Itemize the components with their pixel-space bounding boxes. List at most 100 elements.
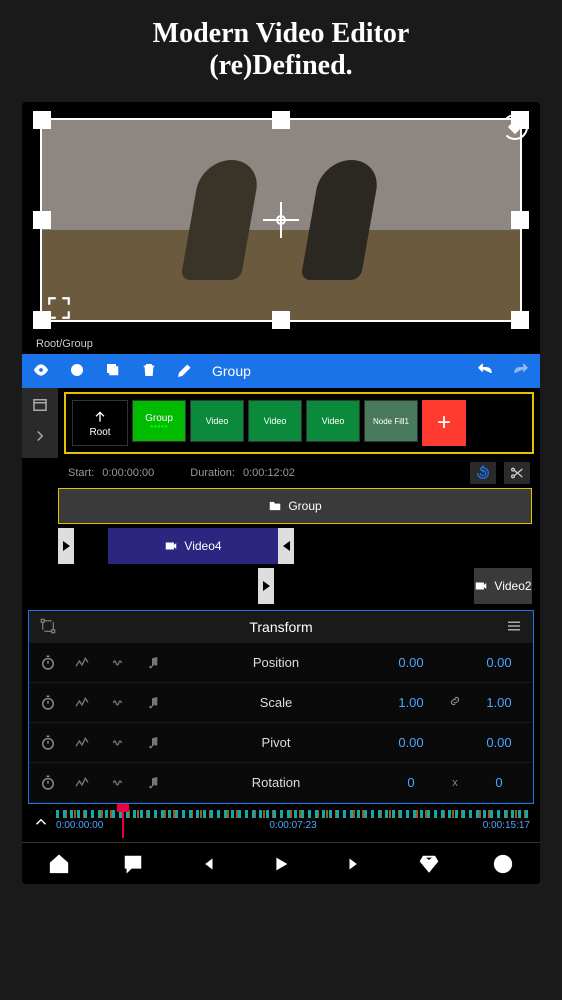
music-note-icon[interactable] [141, 775, 167, 791]
add-media-button[interactable]: + [422, 400, 466, 446]
value-separator [447, 694, 463, 711]
wave-icon[interactable] [105, 695, 131, 711]
scissors-icon[interactable] [504, 462, 530, 484]
thumb-video[interactable]: Video [190, 400, 244, 442]
copy-icon[interactable] [104, 361, 122, 382]
start-value: 0:00:00:00 [102, 467, 154, 479]
thumb-video[interactable]: Video [248, 400, 302, 442]
anchor-point-icon[interactable] [269, 208, 293, 232]
panel-icon[interactable] [31, 396, 49, 419]
playhead[interactable] [122, 810, 124, 838]
redo-icon[interactable] [512, 361, 530, 382]
undo-icon[interactable] [476, 361, 494, 382]
edit-toolbar: Group [22, 354, 540, 388]
video-content [180, 160, 261, 280]
music-note-icon[interactable] [141, 695, 167, 711]
resize-handle-b[interactable] [272, 311, 290, 329]
selection-bounds[interactable] [40, 118, 522, 322]
time-label: 0:00:07:23 [269, 820, 316, 831]
resize-handle-br[interactable] [511, 311, 529, 329]
track-row: Group [58, 488, 532, 524]
chevron-right-icon[interactable] [31, 427, 49, 450]
property-name: Pivot [177, 735, 375, 750]
graph-icon[interactable] [69, 735, 95, 751]
thumb-video[interactable]: Video [306, 400, 360, 442]
media-bin: Root Group ●●●●● Video Video Video Node … [64, 392, 534, 454]
track-expand-handle[interactable] [278, 528, 294, 564]
stopwatch-icon[interactable] [37, 772, 59, 794]
fullscreen-icon[interactable] [46, 295, 72, 326]
track-expand-handle[interactable] [58, 528, 74, 564]
menu-icon[interactable] [505, 617, 523, 638]
track-expand-handle[interactable] [258, 568, 274, 604]
property-name: Rotation [177, 775, 375, 790]
panel-title: Transform [57, 619, 505, 635]
timeline-ruler[interactable]: 0:00:00:00 0:00:07:23 0:00:15:17 [56, 810, 530, 838]
time-label: 0:00:15:17 [483, 820, 530, 831]
resize-handle-r[interactable] [511, 211, 529, 229]
resize-handle-t[interactable] [272, 111, 290, 129]
thumb-group[interactable]: Group ●●●●● [132, 400, 186, 442]
diamond-icon[interactable] [417, 852, 441, 876]
property-value-x[interactable]: 0 [385, 775, 437, 790]
chevron-up-icon[interactable] [32, 813, 50, 836]
circle-icon[interactable] [68, 361, 86, 382]
property-value-y[interactable]: 0 [473, 775, 525, 790]
keyframe-path-icon[interactable] [39, 617, 57, 638]
preview-viewport[interactable] [32, 112, 530, 328]
music-note-icon[interactable] [141, 735, 167, 751]
play-icon[interactable] [269, 852, 293, 876]
trash-icon[interactable] [140, 361, 158, 382]
bottom-nav [22, 842, 540, 884]
help-icon[interactable] [491, 852, 515, 876]
property-name: Scale [177, 695, 375, 710]
resize-handle-tl[interactable] [33, 111, 51, 129]
property-value-y[interactable]: 0.00 [473, 655, 525, 670]
wave-icon[interactable] [105, 735, 131, 751]
property-value-x[interactable]: 0.00 [385, 735, 437, 750]
wave-icon[interactable] [105, 775, 131, 791]
property-value-y[interactable]: 1.00 [473, 695, 525, 710]
rotate-handle[interactable] [502, 114, 528, 140]
root-button[interactable]: Root [72, 400, 128, 446]
graph-icon[interactable] [69, 775, 95, 791]
wave-icon[interactable] [105, 655, 131, 671]
duration-value: 0:00:12:02 [243, 467, 295, 479]
clip-video2[interactable]: Video2 [474, 568, 532, 604]
prev-frame-icon[interactable] [195, 852, 219, 876]
edit-icon[interactable] [176, 361, 194, 382]
visibility-icon[interactable] [32, 361, 50, 382]
next-frame-icon[interactable] [343, 852, 367, 876]
time-label: 0:00:00:00 [56, 820, 103, 831]
graph-icon[interactable] [69, 655, 95, 671]
stopwatch-icon[interactable] [37, 652, 59, 674]
marketing-title: Modern Video Editor (re)Defined. [0, 0, 562, 90]
property-row: Rotation 0x0 [29, 763, 533, 803]
start-label: Start: [68, 467, 94, 479]
property-row: Position 0.00 0.00 [29, 643, 533, 683]
stopwatch-icon[interactable] [37, 732, 59, 754]
property-value-x[interactable]: 1.00 [385, 695, 437, 710]
toolbar-label: Group [212, 363, 251, 379]
graph-icon[interactable] [69, 695, 95, 711]
app-frame: Root/Group Group Root Group ●●●●● Video [22, 102, 540, 884]
duration-label: Duration: [190, 467, 235, 479]
property-row: Scale 1.00 1.00 [29, 683, 533, 723]
property-value-y[interactable]: 0.00 [473, 735, 525, 750]
stopwatch-icon[interactable] [37, 692, 59, 714]
track-row: Video4 [58, 528, 532, 564]
clip-group[interactable]: Group [58, 488, 532, 524]
reset-icon[interactable] [470, 462, 496, 484]
clip-video4[interactable]: Video4 [108, 528, 278, 564]
thumb-nodefill[interactable]: Node Fill1 [364, 400, 418, 442]
property-name: Position [177, 655, 375, 670]
breadcrumb: Root/Group [22, 338, 540, 354]
property-row: Pivot 0.00 0.00 [29, 723, 533, 763]
track-row: Video2 [58, 568, 532, 604]
property-value-x[interactable]: 0.00 [385, 655, 437, 670]
music-note-icon[interactable] [141, 655, 167, 671]
comment-icon[interactable] [121, 852, 145, 876]
resize-handle-l[interactable] [33, 211, 51, 229]
value-separator: x [447, 777, 463, 789]
home-icon[interactable] [47, 852, 71, 876]
